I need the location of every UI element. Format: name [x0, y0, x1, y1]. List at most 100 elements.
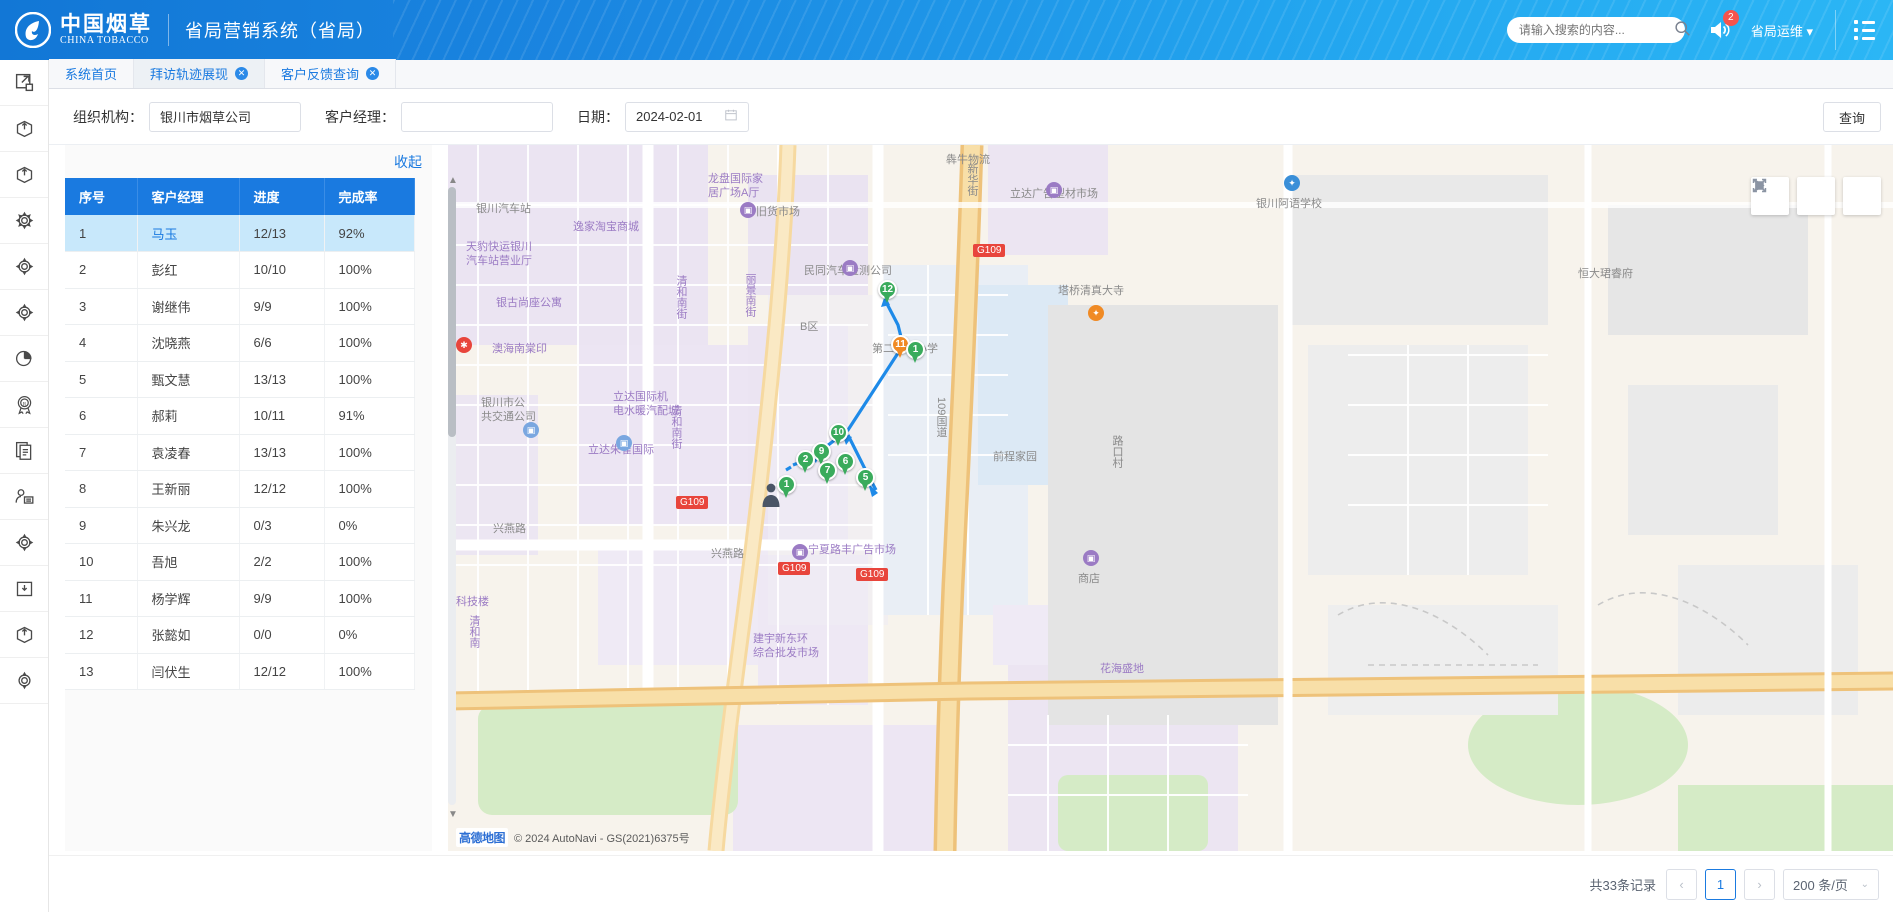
cell-manager[interactable]: 朱兴龙 [137, 507, 240, 544]
table-row[interactable]: 7 袁凌春 13/13 100% [65, 434, 415, 471]
user-name-label: 省局运维 [1750, 23, 1803, 39]
pagination-bar: 共33条记录 ‹ 1 › 200 条/页 ⌄ [49, 855, 1893, 912]
query-button[interactable]: 查询 [1823, 102, 1881, 132]
bus-poi-icon: ▣ [523, 422, 539, 438]
date-label: 日期： [577, 108, 619, 125]
tab-visit-track[interactable]: 拜访轨迹展现 ✕ [134, 59, 266, 88]
search-icon[interactable] [1674, 20, 1691, 40]
manager-progress-panel: 收起 序号 客户经理 进度 完成率 1 马玉 12/13 92% 2 彭红 10… [65, 145, 432, 851]
amap-logo: 高德地图 [456, 828, 509, 847]
map-canvas[interactable]: 银川汽车站 龙盘国际家 居广场A厅 犇牛物流 立达广告型材市场 银川阿语学校 逸… [448, 145, 1893, 851]
next-page-button[interactable]: › [1744, 868, 1775, 900]
notification-button[interactable]: 2 [1707, 10, 1739, 42]
cell-manager[interactable]: 闫伏生 [137, 653, 240, 690]
cell-manager[interactable]: 沈晓燕 [137, 324, 240, 362]
table-row[interactable]: 6 郝莉 10/11 91% [65, 397, 415, 435]
rail-item-gear-3[interactable] [0, 290, 48, 336]
prev-page-button[interactable]: ‹ [1666, 868, 1697, 900]
search-box[interactable] [1506, 17, 1690, 43]
table-row[interactable]: 13 闫伏生 12/12 100% [65, 653, 415, 690]
play-button[interactable] [1755, 177, 1835, 215]
rail-item-registered-badge[interactable]: R [0, 382, 48, 428]
page-number-1[interactable]: 1 [1705, 868, 1736, 900]
track-marker[interactable]: 1 [906, 340, 925, 365]
track-marker[interactable]: 5 [856, 468, 875, 493]
track-marker[interactable]: 1 [777, 475, 796, 500]
chevron-down-icon: ⌄ [1860, 878, 1869, 890]
cell-no: 4 [65, 324, 138, 362]
search-input[interactable] [1518, 23, 1674, 37]
rail-item-document-copy[interactable] [0, 428, 48, 474]
map-poi-sublabel: 汽车站营业厅 [466, 255, 532, 267]
rail-item-gear-1[interactable] [0, 198, 48, 244]
cell-rate: 100% [324, 580, 415, 617]
close-icon[interactable]: ✕ [235, 67, 249, 80]
page-size-select[interactable]: 200 条/页 ⌄ [1783, 868, 1879, 900]
cell-manager[interactable]: 杨学辉 [137, 580, 240, 617]
cell-manager[interactable]: 袁凌春 [137, 434, 240, 471]
cell-manager[interactable]: 张懿如 [137, 616, 240, 654]
track-marker[interactable]: 7 [818, 461, 837, 486]
track-marker[interactable]: 10 [829, 423, 848, 448]
panel-scrollbar-track[interactable] [448, 187, 456, 805]
track-marker[interactable]: 2 [796, 450, 815, 475]
panel-scrollbar-thumb[interactable] [448, 187, 456, 437]
cell-no: 13 [65, 653, 138, 690]
brand-name-en: CHINA TOBACCO [60, 35, 149, 46]
org-select[interactable]: 银川市烟草公司 [149, 101, 301, 132]
tab-home[interactable]: 系统首页 [49, 59, 135, 88]
table-row[interactable]: 4 沈晓燕 6/6 100% [65, 324, 415, 362]
rail-item-box-upload-1[interactable] [0, 106, 48, 152]
mosque-poi-icon: ✦ [1088, 305, 1104, 321]
rail-item-archive-box[interactable] [0, 566, 48, 612]
cell-manager[interactable]: 谢继伟 [137, 288, 240, 325]
cell-manager[interactable]: 彭红 [137, 251, 240, 289]
rail-item-gear-4[interactable] [0, 520, 48, 566]
highway-shield: G109 [973, 244, 1006, 257]
rail-item-box-upload-3[interactable] [0, 612, 48, 658]
table-row[interactable]: 5 甄文慧 13/13 100% [65, 361, 415, 398]
table-row[interactable]: 11 杨学辉 9/9 100% [65, 580, 415, 617]
manager-input[interactable] [401, 101, 553, 132]
cell-manager[interactable]: 吾旭 [137, 543, 240, 581]
rail-item-external-link[interactable] [0, 60, 48, 106]
cell-manager[interactable]: 郝莉 [137, 397, 240, 435]
cell-manager[interactable]: 王新丽 [137, 470, 240, 508]
tobacco-leaf-icon [14, 11, 52, 49]
scroll-up-arrow[interactable]: ▲ [447, 175, 459, 186]
rail-item-gear-5[interactable] [0, 658, 48, 704]
tab-label: 拜访轨迹展现 [150, 67, 229, 82]
table-row[interactable]: 2 彭红 10/10 100% [65, 251, 415, 289]
close-icon[interactable]: ✕ [366, 67, 380, 80]
table-row[interactable]: 8 王新丽 12/12 100% [65, 470, 415, 508]
notification-badge: 2 [1722, 10, 1739, 26]
rail-item-box-upload-2[interactable] [0, 152, 48, 198]
tab-customer-feedback[interactable]: 客户反馈查询 ✕ [265, 59, 397, 88]
list-menu-icon[interactable] [1854, 20, 1875, 40]
user-menu[interactable]: 省局运维 ▾ [1751, 21, 1813, 40]
ad-market-poi-icon: ▣ [792, 544, 808, 560]
rail-item-user-card[interactable] [0, 474, 48, 520]
table-row[interactable]: 12 张懿如 0/0 0% [65, 616, 415, 654]
track-marker[interactable]: 12 [878, 280, 897, 305]
cell-no: 12 [65, 616, 138, 654]
map-poi-label: 旧货市场 [756, 206, 800, 218]
header-divider-2 [1835, 10, 1836, 50]
track-marker[interactable]: 6 [836, 452, 855, 477]
cell-no: 10 [65, 543, 138, 581]
table-row[interactable]: 10 吾旭 2/2 100% [65, 543, 415, 581]
filter-bar: 组织机构： 银川市烟草公司 客户经理： 日期： 2024-02-01 查询 [49, 89, 1893, 145]
table-header-row: 序号 客户经理 进度 完成率 [65, 178, 415, 215]
cell-manager[interactable]: 甄文慧 [137, 361, 240, 398]
table-row[interactable]: 9 朱兴龙 0/3 0% [65, 507, 415, 544]
cell-manager[interactable]: 马玉 [137, 215, 240, 252]
rail-item-gear-2[interactable] [0, 244, 48, 290]
table-row[interactable]: 1 马玉 12/13 92% [65, 215, 415, 252]
rail-item-pie-chart[interactable] [0, 336, 48, 382]
collapse-toggle[interactable]: 收起 [65, 145, 432, 178]
map-poi-label: 丽景南街 [744, 273, 756, 317]
scroll-down-arrow[interactable]: ▼ [447, 809, 459, 820]
stop-button[interactable] [1755, 177, 1881, 215]
table-row[interactable]: 3 谢继伟 9/9 100% [65, 288, 415, 325]
date-picker[interactable]: 2024-02-01 [625, 101, 749, 132]
